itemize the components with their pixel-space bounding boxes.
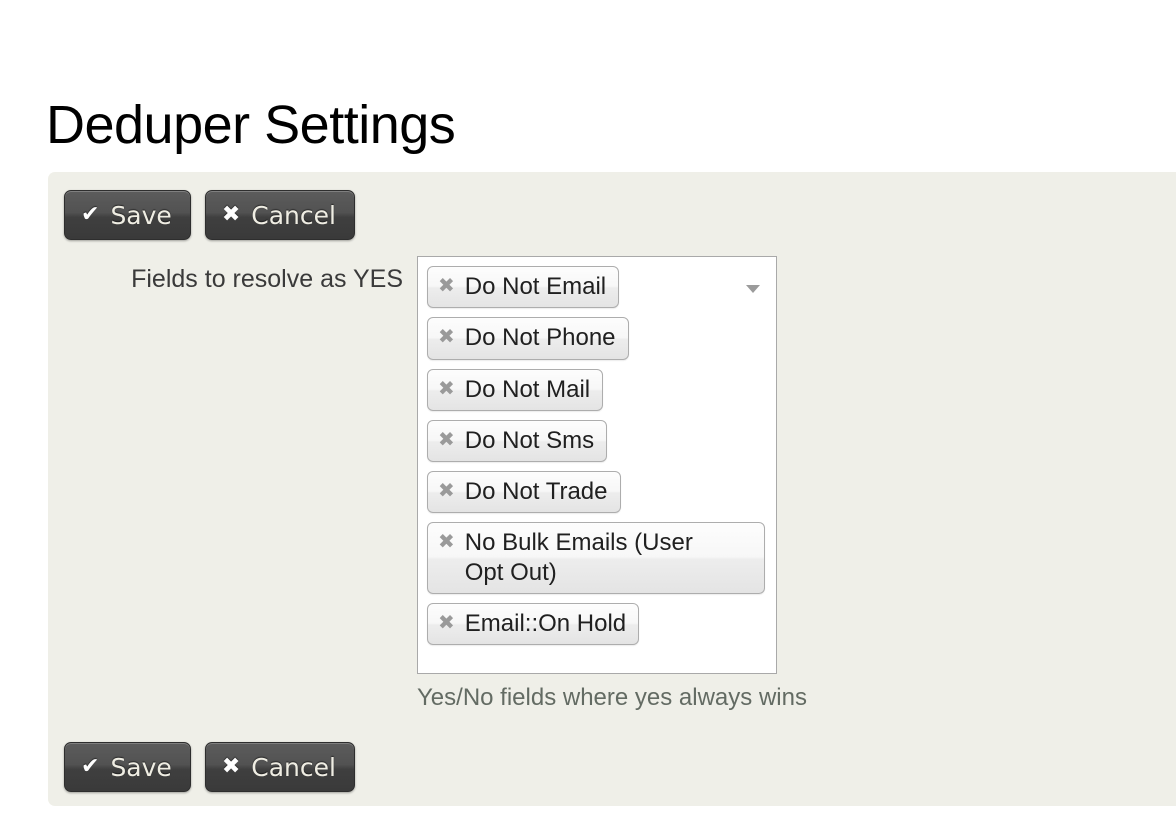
check-icon: ✔ xyxy=(81,202,100,227)
remove-chip-icon[interactable]: ✖ xyxy=(438,529,455,553)
remove-chip-icon[interactable]: ✖ xyxy=(438,610,455,634)
chip-do-not-mail[interactable]: ✖ Do Not Mail xyxy=(427,368,604,411)
field-control: ✖ Do Not Email ✖ Do Not Phone ✖ Do Not Mail… xyxy=(417,256,807,713)
page-title: Deduper Settings xyxy=(46,95,456,156)
cancel-button-label: Cancel xyxy=(251,200,336,230)
chip-label: Do Not Mail xyxy=(464,375,591,403)
field-label: Fields to resolve as YES xyxy=(131,265,403,293)
close-icon: ✖ xyxy=(221,754,241,779)
chip-no-bulk-emails-user-opt-out[interactable]: ✖ No Bulk Emails (User Opt Out) xyxy=(427,522,765,594)
chip-do-not-email[interactable]: ✖ Do Not Email xyxy=(427,266,620,309)
save-button-bottom[interactable]: ✔ Save xyxy=(64,742,191,792)
chip-label: Do Not Phone xyxy=(464,324,616,352)
toolbar-bottom: ✔ Save ✖ Cancel xyxy=(64,742,355,792)
save-button-top[interactable]: ✔ Save xyxy=(64,190,191,240)
toolbar-top: ✔ Save ✖ Cancel xyxy=(64,190,355,240)
chevron-down-icon[interactable] xyxy=(746,285,760,293)
remove-chip-icon[interactable]: ✖ xyxy=(438,324,455,348)
chip-do-not-phone[interactable]: ✖ Do Not Phone xyxy=(427,317,629,360)
fields-to-resolve-as-yes-multiselect[interactable]: ✖ Do Not Email ✖ Do Not Phone ✖ Do Not Mail… xyxy=(417,256,777,674)
save-button-label: Save xyxy=(110,752,172,782)
chip-email-on-hold[interactable]: ✖ Email::On Hold xyxy=(427,602,640,646)
remove-chip-icon[interactable]: ✖ xyxy=(438,273,455,297)
save-button-label: Save xyxy=(110,200,172,230)
close-icon: ✖ xyxy=(221,202,241,227)
remove-chip-icon[interactable]: ✖ xyxy=(438,427,455,451)
remove-chip-icon[interactable]: ✖ xyxy=(438,376,455,400)
chip-label: Do Not Trade xyxy=(464,478,608,506)
field-help-text: Yes/No fields where yes always wins xyxy=(417,684,807,711)
remove-chip-icon[interactable]: ✖ xyxy=(438,478,455,502)
chip-do-not-sms[interactable]: ✖ Do Not Sms xyxy=(427,419,608,463)
chip-do-not-trade[interactable]: ✖ Do Not Trade xyxy=(427,471,621,514)
chip-label: Email::On Hold xyxy=(464,609,627,637)
cancel-button-top[interactable]: ✖ Cancel xyxy=(204,190,355,240)
chip-label: Do Not Email xyxy=(464,273,607,300)
check-icon: ✔ xyxy=(81,754,100,779)
chip-label: Do Not Sms xyxy=(464,426,595,454)
settings-panel: ✔ Save ✖ Cancel Fields to resolve as YES… xyxy=(48,172,1176,806)
chip-label: No Bulk Emails (User Opt Out) xyxy=(464,529,693,586)
cancel-button-bottom[interactable]: ✖ Cancel xyxy=(204,742,355,792)
cancel-button-label: Cancel xyxy=(251,752,336,782)
